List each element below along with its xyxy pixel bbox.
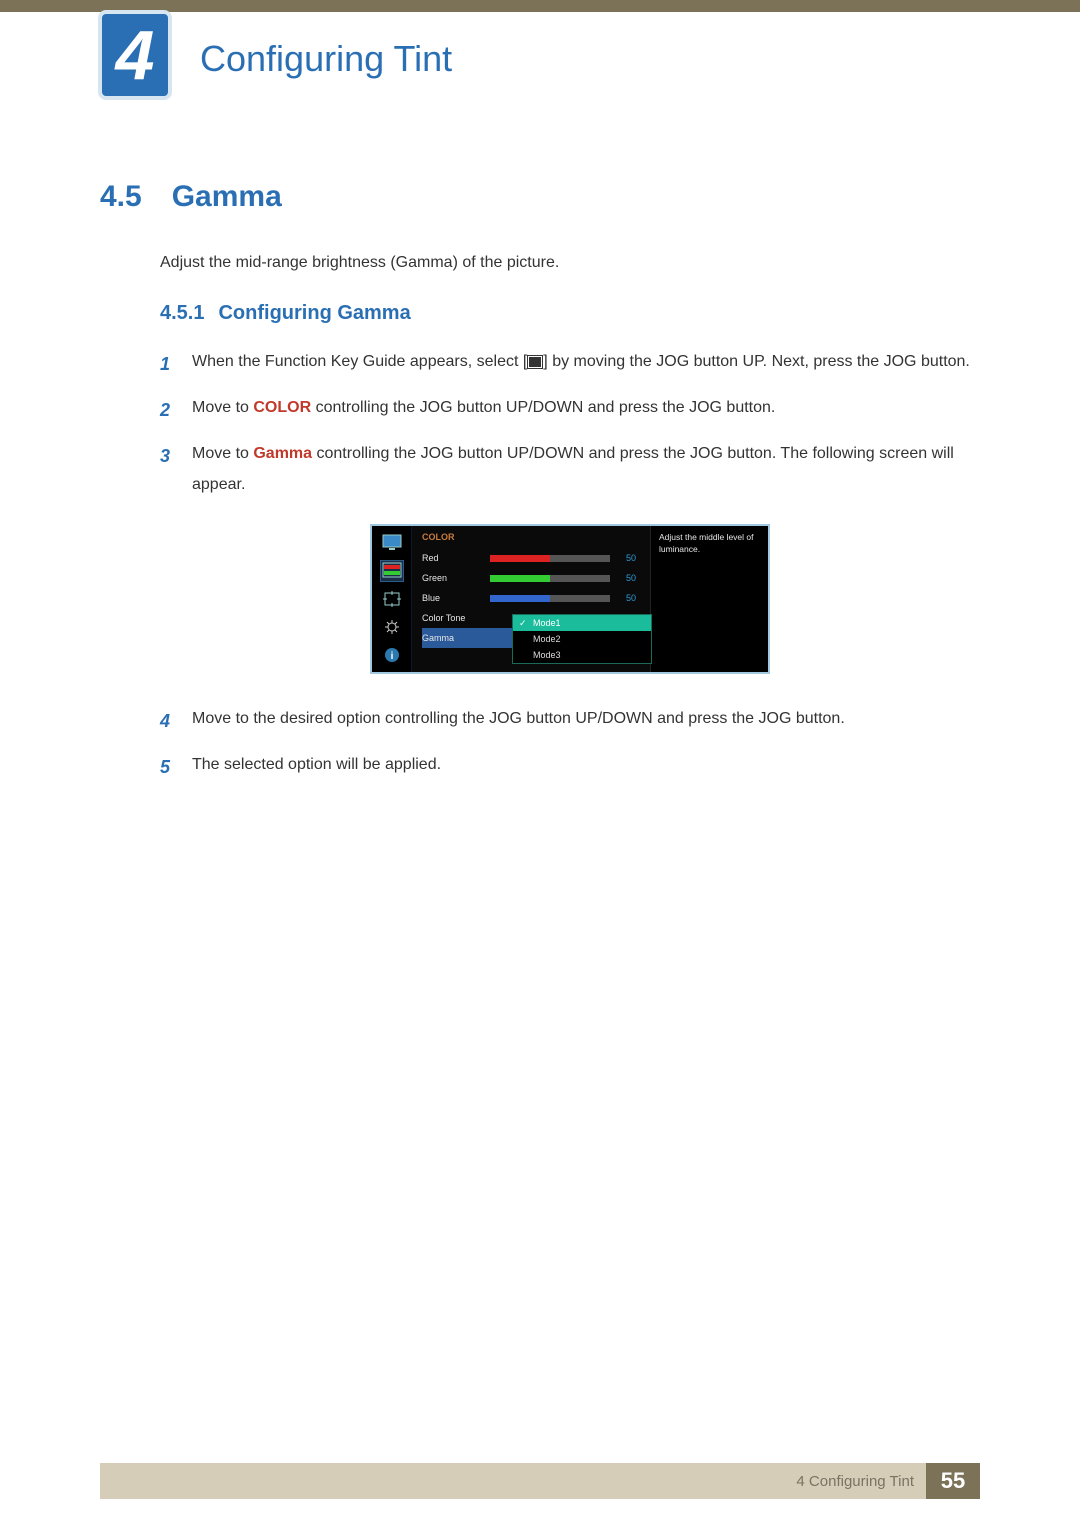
gear-icon [380,616,404,638]
subsection-title: Configuring Gamma [218,302,410,324]
osd-row-red: Red 50 [422,548,650,568]
chapter-number: 4 [116,20,155,90]
step-body: When the Function Key Guide appears, sel… [192,347,980,381]
green-slider [490,575,610,582]
osd-panel-title: COLOR [422,530,650,548]
section-title: Gamma [172,180,282,213]
osd-screenshot: i COLOR Red 50 Green 50 Blue 50 [370,524,770,674]
step-number: 1 [160,347,178,381]
step-body: Move to Gamma controlling the JOG button… [192,439,980,500]
step-number: 2 [160,393,178,427]
steps-list: 1 When the Function Key Guide appears, s… [160,347,980,785]
red-slider [490,555,610,562]
osd-row-blue: Blue 50 [422,588,650,608]
svg-text:i: i [390,651,393,662]
step-number: 3 [160,439,178,500]
footer-chapter-label: 4 Configuring Tint [796,1473,914,1490]
chapter-number-badge: 4 [98,10,172,100]
step-body: Move to COLOR controlling the JOG button… [192,393,980,427]
subsection-heading: 4.5.1 Configuring Gamma [160,302,980,325]
subsection-number: 4.5.1 [160,302,204,324]
step-body: Move to the desired option controlling t… [192,704,980,738]
menu-icon [527,355,543,369]
page-content: 4.5 Gamma Adjust the mid-range brightness… [100,180,980,797]
osd-option-mode1: Mode1 [513,615,651,631]
gamma-keyword: Gamma [253,445,312,462]
section-heading: 4.5 Gamma [100,180,980,214]
step-3: 3 Move to Gamma controlling the JOG butt… [160,439,980,500]
osd-option-mode3: Mode3 [513,647,651,663]
resize-icon [380,588,404,610]
color-bars-icon [380,560,404,582]
blue-slider [490,595,610,602]
osd-gamma-dropdown: Mode1 Mode2 Mode3 [512,614,652,664]
footer-bar: 4 Configuring Tint 55 [100,1463,980,1499]
osd-row-green: Green 50 [422,568,650,588]
step-5: 5 The selected option will be applied. [160,750,980,784]
section-description: Adjust the mid-range brightness (Gamma) … [160,254,980,272]
osd-main-panel: COLOR Red 50 Green 50 Blue 50 Colo [412,526,650,672]
section-number: 4.5 [100,180,142,213]
osd-side-icons: i [372,526,412,672]
osd-help-text: Adjust the middle level of luminance. [650,526,768,672]
osd-option-mode2: Mode2 [513,631,651,647]
step-body: The selected option will be applied. [192,750,980,784]
footer-page-number: 55 [926,1463,980,1499]
step-2: 2 Move to COLOR controlling the JOG butt… [160,393,980,427]
monitor-icon [380,532,404,554]
color-keyword: COLOR [253,399,311,416]
chapter-title: Configuring Tint [200,38,452,80]
step-number: 5 [160,750,178,784]
info-icon: i [380,644,404,666]
step-4: 4 Move to the desired option controlling… [160,704,980,738]
step-1: 1 When the Function Key Guide appears, s… [160,347,980,381]
step-number: 4 [160,704,178,738]
